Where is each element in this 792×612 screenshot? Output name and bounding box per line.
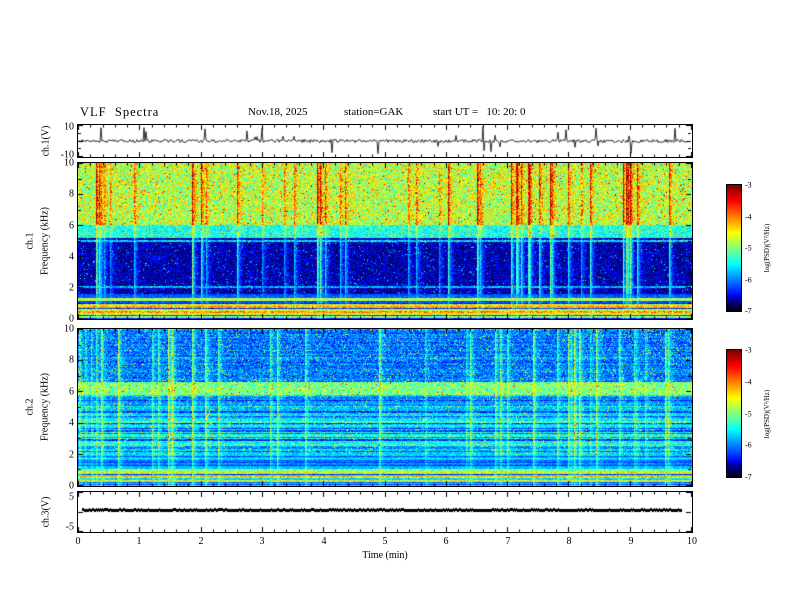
colorbar1-tick: -6 — [745, 275, 752, 285]
ch1-spectrogram-canvas — [78, 163, 692, 319]
spec2-ytick: 4 — [69, 417, 74, 429]
x-tick: 7 — [505, 536, 511, 547]
vlf-spectra-figure: VLF Spectra Nov.18, 2025 station=GAK sta… — [0, 0, 792, 612]
figure-start-ut: start UT = 10: 20: 0 — [433, 106, 526, 118]
ch1-waveform-canvas — [78, 125, 692, 157]
spec2-ytick: 10 — [64, 323, 74, 335]
spec2-ytick: 2 — [69, 449, 74, 461]
ch3-ytick-min: -5 — [65, 521, 74, 533]
colorbar1-tick: -5 — [745, 243, 752, 253]
colorbar-2-canvas — [727, 350, 741, 477]
spec1-ytick: 10 — [64, 157, 74, 169]
colorbar1-tick: -4 — [745, 212, 752, 222]
spec1-ytick: 2 — [69, 282, 74, 294]
x-tick: 6 — [443, 536, 449, 547]
wave-ytick-max: 10 — [64, 121, 74, 133]
colorbar-2 — [726, 349, 742, 478]
spec1-ytick: 4 — [69, 251, 74, 263]
x-tick: 9 — [628, 536, 634, 547]
spec2-channel-label: ch.2 — [24, 398, 36, 416]
colorbar1-label: log(PSD)(V²/Hz) — [763, 223, 771, 273]
colorbar1-tick: -7 — [745, 306, 752, 316]
ch3-axis-label: ch.3(V) — [40, 496, 52, 528]
x-tick: 3 — [259, 536, 265, 547]
figure-station: station=GAK — [344, 106, 404, 118]
ch3-ytick-max: 5 — [69, 491, 74, 503]
x-tick: 2 — [198, 536, 204, 547]
spec2-ytick: 8 — [69, 354, 74, 366]
spec1-channel-label: ch.1 — [24, 232, 36, 250]
x-tick: 0 — [75, 536, 81, 547]
ch1-spectrogram-panel — [77, 162, 693, 320]
x-tick: 1 — [136, 536, 142, 547]
colorbar2-tick: -7 — [745, 472, 752, 482]
x-tick: 10 — [687, 536, 697, 547]
spec2-ytick: 6 — [69, 386, 74, 398]
colorbar-1-canvas — [727, 185, 741, 311]
spec1-ytick: 6 — [69, 220, 74, 232]
ch1-waveform-axis-label: ch.1(V) — [40, 125, 52, 157]
spec2-ytick: 0 — [69, 480, 74, 492]
x-tick: 4 — [321, 536, 327, 547]
colorbar2-tick: -5 — [745, 409, 752, 419]
spec1-ytick: 8 — [69, 188, 74, 200]
ch2-spectrogram-panel — [77, 328, 693, 487]
colorbar-1 — [726, 184, 742, 312]
x-tick: 5 — [382, 536, 388, 547]
colorbar2-tick: -4 — [745, 377, 752, 387]
colorbar2-tick: -3 — [745, 345, 752, 355]
spec1-frequency-axis-label: Frequency (kHz) — [39, 206, 51, 276]
ch3-canvas — [78, 492, 692, 532]
figure-title: VLF Spectra — [80, 105, 160, 119]
x-axis-label: Time (min) — [362, 550, 408, 561]
spec2-frequency-axis-label: Frequency (kHz) — [39, 372, 51, 442]
colorbar2-label: log(PSD)(V²/Hz) — [763, 389, 771, 439]
ch2-spectrogram-canvas — [78, 329, 692, 486]
ch1-waveform-panel — [77, 124, 693, 158]
x-tick: 8 — [566, 536, 572, 547]
colorbar1-tick: -3 — [745, 180, 752, 190]
figure-date: Nov.18, 2025 — [248, 106, 308, 118]
ch3-panel — [77, 491, 693, 533]
colorbar2-tick: -6 — [745, 440, 752, 450]
